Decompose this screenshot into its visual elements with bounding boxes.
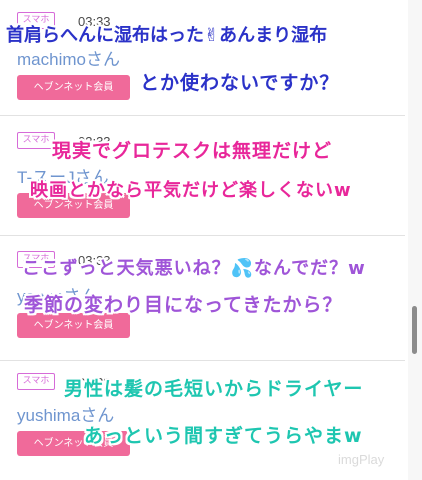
divider — [0, 115, 405, 116]
device-tag: スマホ — [17, 373, 55, 390]
post-time: 03:33 — [78, 14, 111, 29]
member-badge[interactable]: ヘブンネット会員 — [17, 193, 130, 218]
post-card: スマホ 03:33 T-スーJさん ヘブンネット会員 — [0, 128, 405, 235]
scrollbar-thumb[interactable] — [412, 306, 417, 354]
scrollbar[interactable] — [408, 0, 422, 480]
post-time: 03:33 — [78, 375, 111, 390]
user-name[interactable]: yoppaさん — [17, 282, 97, 307]
post-time: 03:33 — [78, 253, 111, 268]
post-card: スマホ 03:33 yoppaさん ヘブンネット会員 — [0, 247, 405, 354]
post-card: スマホ 03:33 machimoさん ヘブンネット会員 — [0, 10, 405, 117]
member-badge[interactable]: ヘブンネット会員 — [17, 431, 130, 456]
user-name[interactable]: machimoさん — [17, 45, 120, 70]
post-time: 03:33 — [78, 134, 111, 149]
member-badge[interactable]: ヘブンネット会員 — [17, 75, 130, 100]
device-tag: スマホ — [17, 132, 55, 149]
divider — [0, 360, 405, 361]
user-name[interactable]: T-スーJさん — [17, 163, 109, 188]
divider — [0, 235, 405, 236]
watermark-logo: imgPlay — [338, 452, 385, 467]
device-tag: スマホ — [17, 12, 55, 29]
member-badge[interactable]: ヘブンネット会員 — [17, 313, 130, 338]
post-feed: スマホ 03:33 machimoさん ヘブンネット会員 スマホ 03:33 T… — [0, 0, 422, 480]
device-tag: スマホ — [17, 251, 55, 268]
user-name[interactable]: yushimaさん — [17, 401, 114, 426]
